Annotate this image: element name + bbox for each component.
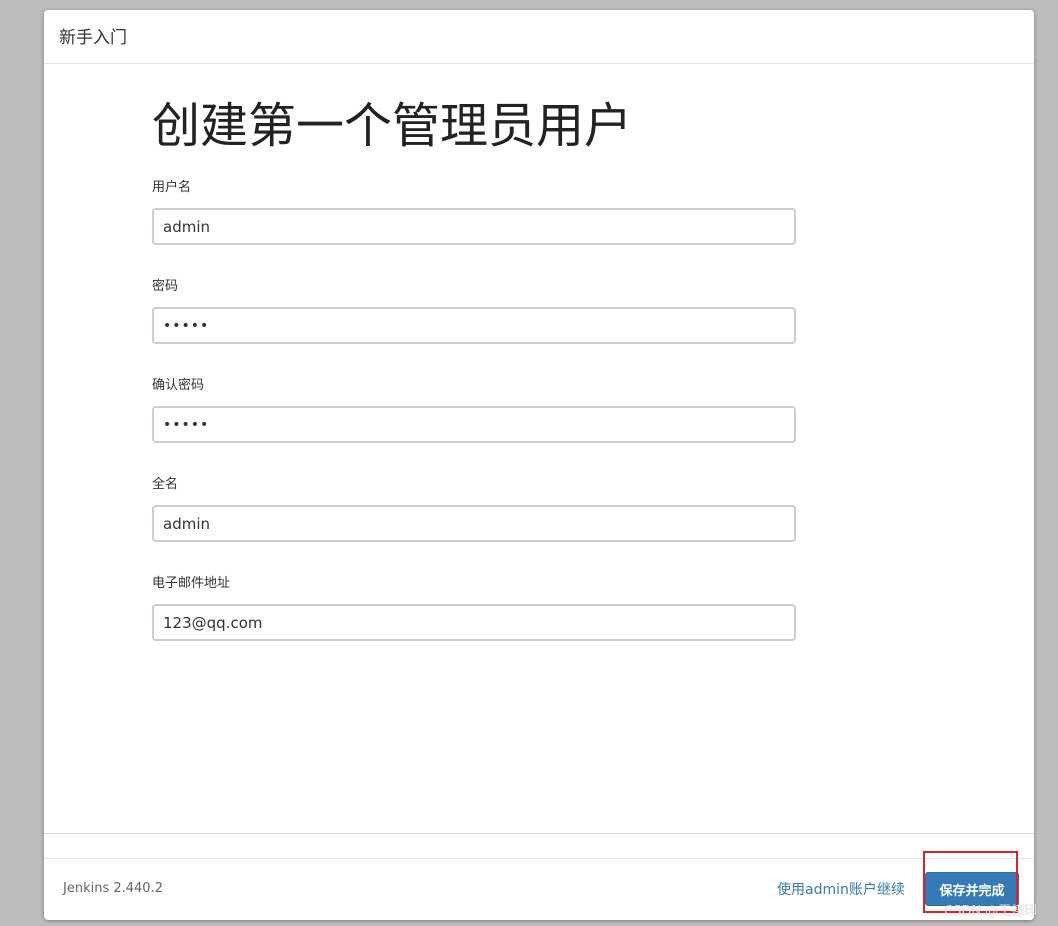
page-title: 创建第一个管理员用户 (152, 98, 633, 154)
confirm-password-field[interactable] (152, 406, 796, 443)
fullname-field[interactable] (152, 505, 796, 542)
password-field[interactable] (152, 307, 796, 344)
username-label: 用户名 (152, 180, 192, 195)
continue-as-admin-link[interactable]: 使用admin账户继续 (777, 879, 905, 899)
password-label: 密码 (152, 279, 179, 294)
dialog-title: 新手入门 (59, 28, 127, 48)
watermark: CSDN @王德印 (944, 904, 1038, 919)
setup-dialog: 新手入门 创建第一个管理员用户 用户名 密码 确认密码 全名 电子邮件地址 Je… (44, 10, 1034, 920)
username-field[interactable] (152, 208, 796, 245)
confirm-password-label: 确认密码 (152, 378, 205, 393)
dialog-header: 新手入门 (44, 10, 1034, 64)
footer-divider (44, 833, 1034, 834)
email-label: 电子邮件地址 (152, 576, 231, 591)
version-label: Jenkins 2.440.2 (63, 881, 163, 896)
fullname-label: 全名 (152, 477, 179, 492)
email-field[interactable] (152, 604, 796, 641)
dialog-footer: Jenkins 2.440.2 使用admin账户继续 保存并完成 (44, 858, 1034, 920)
